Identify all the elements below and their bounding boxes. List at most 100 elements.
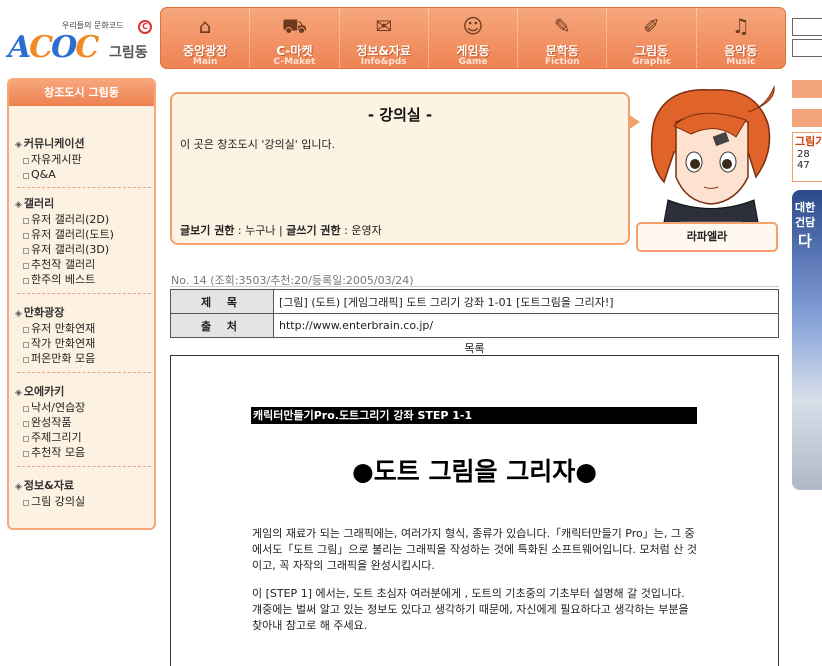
diamond-icon: ◈ — [15, 388, 22, 398]
room-description: 이 곳은 창조도시 '강의실' 입니다. — [180, 138, 336, 151]
sidebar-item-completed[interactable]: 완성작품 — [15, 415, 149, 430]
bullet-icon — [23, 278, 29, 284]
sidebar-item-gallery-dot[interactable]: 유저 갤러리(도트) — [15, 227, 149, 242]
right-panel-title: 그림가 — [795, 135, 822, 148]
sidebar-item-weekly-best[interactable]: 한주의 베스트 — [15, 272, 149, 287]
write-permission-value: : 운영자 — [340, 224, 382, 237]
folder-icon: ✉ — [375, 14, 393, 38]
sidebar-section-title: 만화광장 — [23, 306, 65, 319]
post-source-link[interactable]: http://www.enterbrain.co.jp/ — [273, 313, 779, 338]
login-fields — [792, 18, 822, 60]
sidebar-item-shared-comics[interactable]: 퍼온만화 모음 — [15, 351, 149, 366]
nav-info[interactable]: ✉ 정보&자료 Info&pds — [340, 8, 429, 68]
sidebar-title: 창조도시 그림동 — [9, 80, 154, 106]
diamond-icon: ◈ — [15, 309, 22, 319]
diamond-icon: ◈ — [15, 140, 22, 150]
read-permission-label: 글보기 권한 — [180, 224, 235, 237]
post-subject: [그림] (도트) [게임그래픽] 도트 그리기 강좌 1-01 [도트그림을 … — [273, 289, 779, 314]
bullet-icon — [23, 233, 29, 239]
cart-icon: ⛟ — [281, 14, 307, 38]
sidebar-section-title: 커뮤니케이션 — [23, 137, 85, 150]
sidebar-item-qna[interactable]: Q&A — [15, 167, 149, 182]
sidebar-item-user-comics[interactable]: 유저 만화연재 — [15, 321, 149, 336]
sidebar-item-doodle[interactable]: 낙서/연습장 — [15, 400, 149, 415]
write-permission-label: 글쓰기 권한 — [286, 224, 341, 237]
article-paragraph: 이 [STEP 1] 에서는, 도트 초심자 여러분에게 , 도트의 기초중의 … — [252, 587, 689, 632]
nav-sub: Main — [192, 57, 218, 67]
right-panel-bar — [792, 109, 822, 127]
sidebar-section-info: ◈ 정보&자료 그림 강의실 — [15, 478, 149, 509]
read-permission-value: : 누구나 | — [234, 224, 287, 237]
top-navigation: ⌂ 중앙광장 Main ⛟ C-마켓 C-Maket ✉ 정보&자료 Info&… — [160, 7, 786, 69]
bullet-icon — [23, 248, 29, 254]
divider — [17, 293, 151, 294]
divider — [17, 187, 151, 188]
article-body: 캐릭터만들기Pro.도트그리기 강좌 STEP 1-1 ●도트 그림을 그리자●… — [170, 355, 779, 666]
nav-sub: Game — [458, 57, 488, 67]
sidebar-section-gallery: ◈ 갤러리 유저 갤러리(2D) 유저 갤러리(도트) 유저 갤러리(3D) 추천… — [15, 196, 149, 287]
sidebar-section-communication: ◈ 커뮤니케이션 자유게시판 Q&A — [15, 136, 149, 182]
source-label: 출 처 — [170, 313, 274, 338]
character-name: 라파엘라 — [636, 222, 778, 252]
room-permissions: 글보기 권한 : 누구나 | 글쓰기 권한 : 운영자 — [180, 222, 382, 238]
sidebar-section-comics: ◈ 만화광장 유저 만화연재 작가 만화연재 퍼온만화 모음 — [15, 305, 149, 366]
copyright-icon: C — [138, 20, 152, 34]
sidebar-section-oekaki: ◈ 오에카키 낙서/연습장 완성작품 주제그리기 추천작 모음 — [15, 384, 149, 460]
building-icon: ⌂ — [198, 14, 212, 38]
right-panel-item[interactable]: 47 — [793, 160, 822, 171]
sidebar-item-free-board[interactable]: 자유게시판 — [15, 152, 149, 167]
article-heading: ●도트 그림을 그리자● — [351, 457, 598, 486]
subject-label: 제 목 — [170, 289, 274, 314]
bullet-icon — [23, 173, 29, 179]
sidebar-item-recommended[interactable]: 추천작 갤러리 — [15, 257, 149, 272]
sidebar-section-title: 갤러리 — [23, 197, 55, 210]
logo-dong: 그림동 — [109, 45, 148, 61]
sidebar: 창조도시 그림동 ◈ 커뮤니케이션 자유게시판 Q&A ◈ 갤러리 유저 갤러리(2… — [7, 78, 156, 530]
nav-sub: Info&pds — [360, 57, 407, 67]
nav-fiction[interactable]: ✎ 문학동 Fiction — [518, 8, 608, 68]
game-icon: ☺ — [462, 14, 484, 38]
sidebar-section-title: 오에카키 — [23, 385, 65, 398]
bullet-icon — [23, 436, 29, 442]
login-id-field[interactable] — [792, 18, 822, 36]
sidebar-item-artist-comics[interactable]: 작가 만화연재 — [15, 336, 149, 351]
bullet-icon — [23, 421, 29, 427]
right-panel-item[interactable]: 28 — [793, 149, 822, 160]
sidebar-item-drawing-classroom[interactable]: 그림 강의실 — [15, 494, 149, 509]
divider — [17, 372, 151, 373]
login-password-field[interactable] — [792, 39, 822, 57]
site-logo[interactable]: 우리들의 문화코드 C ACOC 그림동 — [6, 16, 156, 66]
palette-icon: ✐ — [643, 14, 660, 38]
room-info-box: - 강의실 - 이 곳은 창조도시 '강의실' 입니다. 글보기 권한 : 누구… — [170, 92, 640, 245]
divider — [170, 286, 779, 287]
sidebar-item-theme-drawing[interactable]: 주제그리기 — [15, 430, 149, 445]
nav-market[interactable]: ⛟ C-마켓 C-Maket — [250, 8, 340, 68]
table-row: 제 목 [그림] (도트) [게임그래픽] 도트 그리기 강좌 1-01 [도트… — [170, 289, 779, 314]
room-title: - 강의실 - — [367, 106, 433, 124]
nav-sub: Fiction — [544, 57, 580, 67]
divider — [17, 466, 151, 467]
post-info-table: 제 목 [그림] (도트) [게임그래픽] 도트 그리기 강좌 1-01 [도트… — [170, 289, 779, 338]
ad-text: 다 — [798, 232, 812, 250]
sidebar-item-gallery-3d[interactable]: 유저 갤러리(3D) — [15, 242, 149, 257]
sidebar-item-recommended-works[interactable]: 추천작 모음 — [15, 445, 149, 460]
ad-text: 건담 — [795, 216, 816, 229]
logo-brand: ACOC — [8, 30, 99, 65]
sidebar-item-gallery-2d[interactable]: 유저 갤러리(2D) — [15, 212, 149, 227]
nav-music[interactable]: ♫ 음악동 Music — [697, 8, 785, 68]
sidebar-section-title: 정보&자료 — [23, 479, 74, 492]
nav-main[interactable]: ⌂ 중앙광장 Main — [161, 8, 251, 68]
bullet-icon — [23, 406, 29, 412]
right-ad-banner[interactable]: 대한 건담 다 — [792, 190, 822, 490]
bullet-icon — [23, 263, 29, 269]
diamond-icon: ◈ — [15, 482, 22, 492]
nav-sub: Graphic — [631, 57, 672, 67]
nav-game[interactable]: ☺ 게임동 Game — [429, 8, 519, 68]
book-icon: ✎ — [553, 14, 571, 38]
list-link[interactable]: 목록 — [170, 340, 779, 356]
bullet-icon — [23, 342, 29, 348]
nav-graphic[interactable]: ✐ 그림동 Graphic — [607, 8, 697, 68]
nav-sub: Music — [726, 57, 756, 67]
bullet-icon — [23, 357, 29, 363]
right-panel-bar — [792, 80, 822, 98]
